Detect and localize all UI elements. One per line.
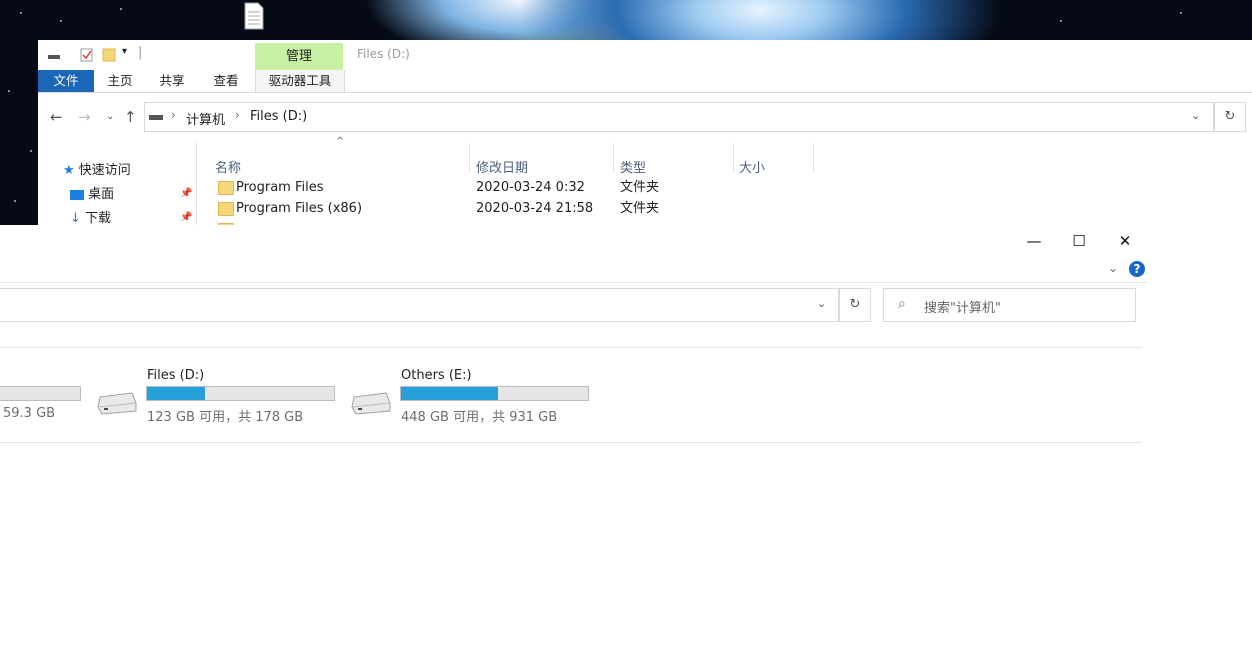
explorer-window-this-pc: — ☐ ✕ ⌄ ? ⌄ ↻ ⌕ 搜索"计算机" 59.3 GB Files (D… [0,225,1148,669]
file-name: Program Files [236,180,324,195]
file-type: 文件夹 [620,180,660,195]
quick-access-toolbar: ▾ | 管理 Files (D:) [38,40,1252,70]
hard-drive-icon[interactable] [96,391,138,415]
refresh-icon: ↻ [849,297,861,312]
search-box[interactable]: ⌕ 搜索"计算机" [883,288,1136,322]
hard-drive-icon[interactable] [350,391,392,415]
qat-divider: | [138,45,143,60]
file-date: 2020-03-24 0:32 [476,180,585,195]
tab-drive-tools[interactable]: 驱动器工具 [255,70,345,92]
drive-usage-bar [400,386,589,401]
explorer-window-files-d: ▾ | 管理 Files (D:) 文件 主页 共享 查看 驱动器工具 ← → … [38,40,1252,225]
drive-icon[interactable] [47,48,61,62]
desktop-icon [70,189,84,200]
recent-chevron-icon[interactable]: ⌄ [106,111,114,122]
new-folder-icon[interactable] [102,48,116,62]
maximize-button[interactable]: ☐ [1057,231,1101,251]
pin-icon[interactable]: 📌 [180,188,192,199]
breadcrumb-computer[interactable]: 计算机 [186,109,225,128]
chevron-down-icon[interactable]: ⌄ [1191,109,1200,122]
tab-manage[interactable]: 管理 [255,43,343,70]
address-bar[interactable]: ⌄ [0,288,839,322]
chevron-down-icon[interactable]: ⌄ [817,297,826,310]
file-date: 2020-03-24 21:58 [476,201,594,216]
forward-arrow-icon[interactable]: → [78,108,91,126]
column-divider[interactable] [613,143,614,173]
star [8,90,10,92]
column-header-type[interactable]: 类型 [620,157,646,176]
tab-home[interactable]: 主页 [100,70,140,92]
nav-item-quick-access[interactable]: ★ 快速访问 [63,162,131,180]
desktop-file-icon[interactable] [243,2,265,30]
file-row[interactable]: Program Files 2020-03-24 0:32 文件夹 [218,178,818,198]
file-row[interactable]: Program Files (x86) 2020-03-24 21:58 文件夹 [218,199,818,219]
tab-share[interactable]: 共享 [152,70,192,92]
qat-dropdown-icon[interactable]: ▾ [122,46,136,60]
section-divider [0,442,1142,443]
column-header-date[interactable]: 修改日期 [476,157,528,176]
drive-name[interactable]: Others (E:) [401,368,472,383]
download-icon: ↓ [70,211,81,225]
drive-space-text: 448 GB 可用，共 931 GB [401,410,558,425]
tab-view[interactable]: 查看 [206,70,246,92]
computer-icon [149,115,163,120]
pin-icon[interactable]: 📌 [180,212,192,223]
star [60,20,62,22]
navigation-pane: ★ 快速访问 桌面 📌 ↓ 下载 📌 [38,142,197,225]
nav-label: 快速访问 [78,163,131,178]
column-divider[interactable] [469,143,470,173]
star [1060,20,1062,22]
nav-item-desktop[interactable]: 桌面 [70,186,114,204]
ribbon-expand-chevron-icon[interactable]: ⌄ [1108,261,1118,275]
nav-item-downloads[interactable]: ↓ 下载 [70,210,111,225]
drive-space-text: 59.3 GB [3,406,56,421]
file-type: 文件夹 [620,201,660,216]
drive-usage-fill [401,387,499,400]
folder-icon [218,202,234,216]
back-arrow-icon[interactable]: ← [50,108,63,126]
star [120,8,122,10]
drive-name[interactable]: Files (D:) [147,368,204,383]
chevron-right-icon: › [235,108,240,122]
star [20,12,22,14]
up-arrow-icon[interactable]: ↑ [124,108,137,126]
window-title: Files (D:) [357,47,410,61]
search-icon: ⌕ [898,296,906,312]
minimize-button[interactable]: — [1012,231,1056,251]
breadcrumb-drive[interactable]: Files (D:) [250,109,307,124]
star [30,150,32,152]
nav-label: 桌面 [88,187,115,202]
navigation-bar: ← → ⌄ ↑ › 计算机 › Files (D:) ⌄ ↻ [38,98,1252,134]
column-divider[interactable] [733,143,734,173]
chevron-right-icon: › [171,108,176,122]
folder-icon [218,181,234,195]
drive-space-text: 123 GB 可用，共 178 GB [147,410,304,425]
refresh-button[interactable]: ↻ [839,288,871,322]
sort-up-icon: ^ [336,136,345,147]
address-bar[interactable]: › 计算机 › Files (D:) ⌄ [144,102,1214,132]
star-icon: ★ [63,163,75,178]
star [1180,12,1182,14]
drive-usage-bar [0,386,81,401]
refresh-button[interactable]: ↻ [1214,102,1246,132]
star [14,200,16,202]
column-divider[interactable] [813,143,814,173]
nav-label: 下载 [85,211,112,225]
help-button[interactable]: ? [1129,261,1145,277]
column-header-size[interactable]: 大小 [739,157,765,176]
search-placeholder: 搜索"计算机" [924,301,1001,316]
properties-icon[interactable] [80,48,94,62]
close-button[interactable]: ✕ [1103,231,1147,251]
drive-usage-fill [147,387,205,400]
tab-file[interactable]: 文件 [38,70,94,92]
ribbon-tabs: 文件 主页 共享 查看 驱动器工具 [38,70,1252,93]
column-header-name[interactable]: 名称 [215,157,241,176]
drive-usage-bar [146,386,335,401]
refresh-icon: ↻ [1224,109,1236,124]
ribbon-divider [0,282,1148,283]
file-name: Program Files (x86) [236,201,363,216]
section-divider [0,347,1142,348]
